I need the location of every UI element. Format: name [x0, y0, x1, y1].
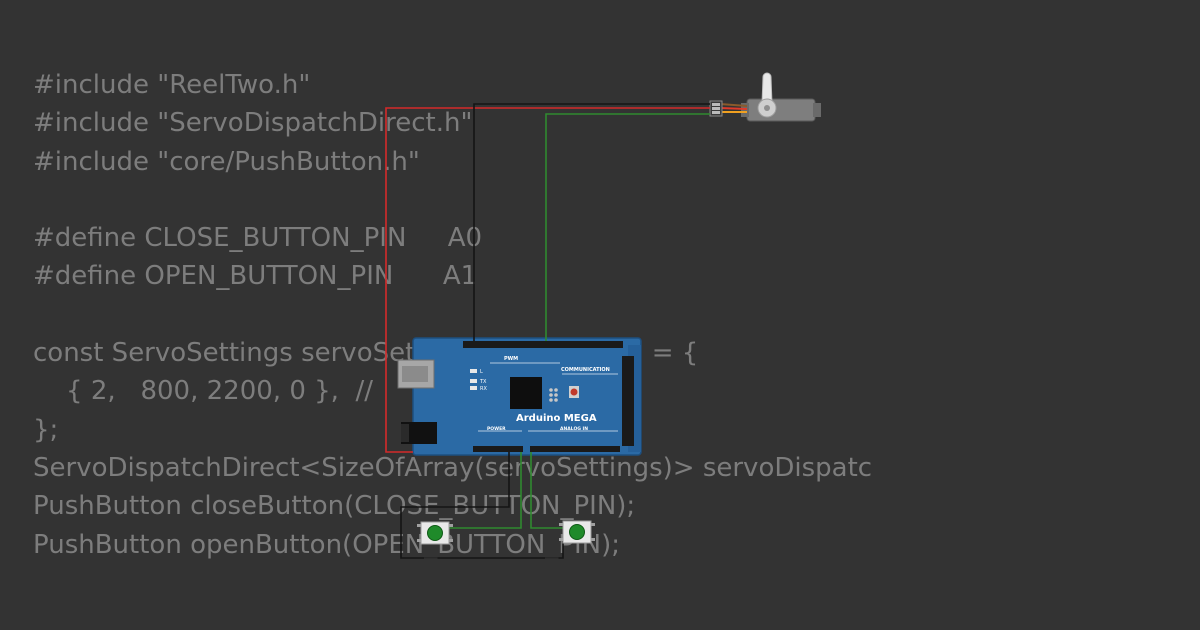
servo-pin: [712, 111, 720, 114]
button-leg: [449, 539, 453, 542]
reset-button[interactable]: [570, 388, 578, 396]
open-push-button[interactable]: [559, 520, 595, 544]
digital-header-top: [463, 341, 623, 348]
servo-tab-right: [813, 103, 821, 117]
close-push-button[interactable]: [417, 521, 453, 545]
button-cap-icon[interactable]: [427, 525, 443, 541]
wire-signal-servo: [545, 113, 710, 341]
usb-connector-inner: [402, 366, 428, 382]
button-leg: [449, 524, 453, 527]
servo-motor[interactable]: [709, 72, 821, 122]
servo-shaft-icon: [764, 105, 770, 111]
pwm-label: PWM: [504, 356, 518, 362]
arduino-mega-board[interactable]: L TX RX PWM COMMUNICATION POWER ANALOG I…: [397, 337, 642, 456]
button-leg: [417, 539, 421, 542]
board-name-label: Arduino MEGA: [516, 413, 597, 424]
led-rx-label: RX: [480, 386, 487, 392]
button-leg: [559, 523, 563, 526]
digital-header-side: [622, 356, 634, 446]
button-leg: [417, 524, 421, 527]
button-leg: [559, 538, 563, 541]
led-l-icon: [470, 369, 477, 373]
led-l-label: L: [480, 369, 483, 375]
servo-body: [746, 98, 816, 122]
wire-ground-servo: [473, 103, 710, 341]
led-rx-icon: [470, 386, 477, 390]
wire-open-button: [530, 452, 563, 529]
analog-in-label: ANALOG IN: [560, 426, 588, 432]
analog-header: [530, 446, 620, 452]
microcontroller-chip: [510, 377, 542, 409]
servo-pin: [712, 103, 720, 106]
button-leg: [591, 523, 595, 526]
communication-label: COMMUNICATION: [561, 367, 610, 373]
button-leg: [591, 538, 595, 541]
button-cap-icon[interactable]: [569, 524, 585, 540]
circuit-diagram: L TX RX PWM COMMUNICATION POWER ANALOG I…: [385, 72, 821, 559]
led-tx-icon: [470, 379, 477, 383]
led-tx-label: TX: [479, 379, 487, 385]
power-header: [473, 446, 523, 452]
wire-close-button: [449, 452, 522, 529]
servo-pin: [712, 107, 720, 110]
servo-cable-red: [719, 107, 748, 110]
power-jack-shell: [401, 424, 409, 442]
power-label: POWER: [487, 426, 506, 432]
